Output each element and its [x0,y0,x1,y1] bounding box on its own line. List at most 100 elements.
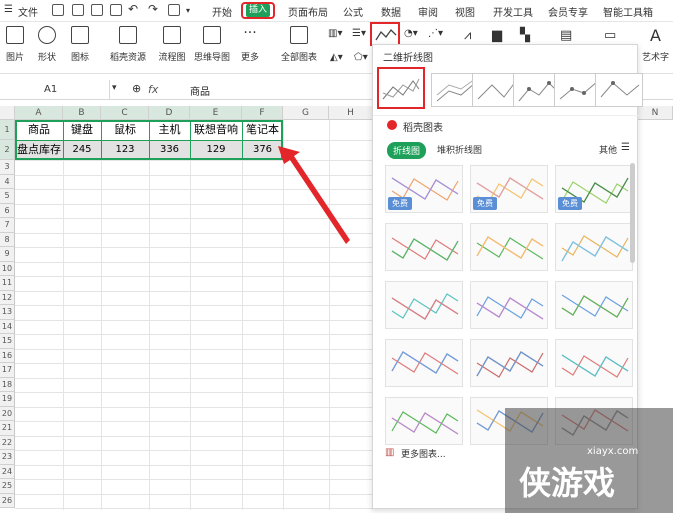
fx-icon[interactable]: fx [148,83,158,96]
row-header-8[interactable]: 8 [0,232,15,247]
zoom-icon[interactable]: ⊕ [132,82,141,95]
row-header-1[interactable]: 1 [0,120,15,140]
row-header-24[interactable]: 24 [0,464,15,479]
undo-icon[interactable]: ↶ [128,2,138,16]
docer-chart-template[interactable] [555,281,633,329]
sparkline-icon[interactable]: ⩘ [464,28,471,43]
radar-chart-icon[interactable]: ⬠▾ [354,52,368,63]
docer-chart-template[interactable]: 免费 [385,165,463,213]
percent-marker-line-option[interactable] [595,73,643,107]
scrollbar-thumb[interactable] [630,163,635,263]
row-header-2[interactable]: 2 [0,140,15,160]
tab-view[interactable]: 视图 [455,4,475,19]
row-header-3[interactable]: 3 [0,160,15,175]
sparkline-column-icon[interactable]: ▆ [492,28,502,43]
col-header-n[interactable]: N [638,106,673,120]
textbox-icon[interactable]: ▤ [560,28,572,43]
docer-chart-template[interactable]: 免费 [555,165,633,213]
row-header-11[interactable]: 11 [0,276,15,291]
tab-home[interactable]: 开始 [212,4,232,19]
pie-chart-icon[interactable]: ◔▾ [404,28,418,39]
row-header-20[interactable]: 20 [0,406,15,421]
header-footer-icon[interactable]: ▭ [604,28,616,43]
preview-icon[interactable] [110,4,122,16]
row-header-10[interactable]: 10 [0,261,15,276]
tab-member[interactable]: 会员专享 [548,4,588,19]
row-header-4[interactable]: 4 [0,174,15,189]
all-charts-button[interactable]: 全部图表 [276,26,322,63]
other-dropdown[interactable]: 其他 [599,143,617,156]
row-header-13[interactable]: 13 [0,305,15,320]
row-header-6[interactable]: 6 [0,203,15,218]
row-header-22[interactable]: 22 [0,435,15,450]
row-header-25[interactable]: 25 [0,479,15,494]
tab-data[interactable]: 数据 [381,4,401,19]
col-header-e[interactable]: E [190,106,242,120]
basic-line-chart-option[interactable] [377,67,425,109]
row-header-23[interactable]: 23 [0,450,15,465]
tab-toolbox[interactable]: 智能工具箱 [603,4,653,19]
col-header-a[interactable]: A [15,106,63,120]
tab-insert[interactable]: 插入 [241,2,275,19]
row-header-15[interactable]: 15 [0,334,15,349]
tab-stacked-line[interactable]: 堆积折线图 [437,143,482,156]
tab-page-layout[interactable]: 页面布局 [288,4,328,19]
docer-resource-button[interactable]: 稻壳资源 [108,26,148,63]
docer-chart-template[interactable] [385,339,463,387]
more-button[interactable]: ··· 更多 [235,26,265,63]
col-header-g[interactable]: G [283,106,329,120]
col-header-d[interactable]: D [149,106,190,120]
list-icon[interactable]: ☰ [621,142,630,153]
menu-icon[interactable]: ☰ [4,4,13,15]
file-menu[interactable]: 文件 [18,4,38,19]
row-header-26[interactable]: 26 [0,493,15,508]
docer-chart-template[interactable] [555,223,633,271]
col-header-c[interactable]: C [101,106,149,120]
qa-more-icon[interactable]: ▾ [186,6,190,15]
export-icon[interactable] [72,4,84,16]
row-header-18[interactable]: 18 [0,377,15,392]
mindmap-button[interactable]: 思维导图 [193,26,231,63]
more-charts-link[interactable]: 更多图表... [401,447,446,460]
wordart-icon[interactable]: A [650,26,661,45]
row-header-9[interactable]: 9 [0,247,15,262]
flowchart-button[interactable]: 流程图 [155,26,189,63]
docer-chart-template[interactable] [385,397,463,445]
area-chart-icon[interactable]: ◭▾ [330,52,343,63]
bar-chart-h-icon[interactable]: ☰▾ [352,28,366,39]
docer-chart-template[interactable] [470,281,548,329]
row-header-17[interactable]: 17 [0,363,15,378]
docer-chart-template[interactable] [385,223,463,271]
column-chart-icon[interactable]: ▥▾ [328,28,342,39]
name-box[interactable]: A1 [0,80,110,99]
docer-chart-template[interactable] [470,223,548,271]
line-chart-button[interactable] [370,22,400,46]
print-icon[interactable] [91,4,103,16]
tab-formula[interactable]: 公式 [343,4,363,19]
row-header-14[interactable]: 14 [0,319,15,334]
row-header-19[interactable]: 19 [0,392,15,407]
col-header-f[interactable]: F [242,106,283,120]
docer-chart-template[interactable] [385,281,463,329]
picture-button[interactable]: 图片 [2,26,28,63]
docer-chart-template[interactable] [555,339,633,387]
scatter-chart-icon[interactable]: ⋰▾ [428,28,443,39]
docer-chart-template[interactable] [470,339,548,387]
shape-button[interactable]: 形状 [32,26,62,63]
select-all-corner[interactable] [0,106,15,120]
format-painter-icon[interactable] [168,4,180,16]
row-header-16[interactable]: 16 [0,348,15,363]
save-icon[interactable] [52,4,64,16]
docer-chart-template[interactable]: 免费 [470,165,548,213]
namebox-dropdown-icon[interactable]: ▾ [112,83,117,93]
row-header-7[interactable]: 7 [0,218,15,233]
row-header-12[interactable]: 12 [0,290,15,305]
col-header-h[interactable]: H [329,106,373,120]
formula-input[interactable]: 商品 [190,83,210,98]
row-header-21[interactable]: 21 [0,421,15,436]
tab-developer[interactable]: 开发工具 [493,4,533,19]
sparkline-winloss-icon[interactable]: ▚ [520,28,530,43]
icon-button[interactable]: 图标 [66,26,94,63]
tab-review[interactable]: 审阅 [418,4,438,19]
col-header-b[interactable]: B [63,106,101,120]
